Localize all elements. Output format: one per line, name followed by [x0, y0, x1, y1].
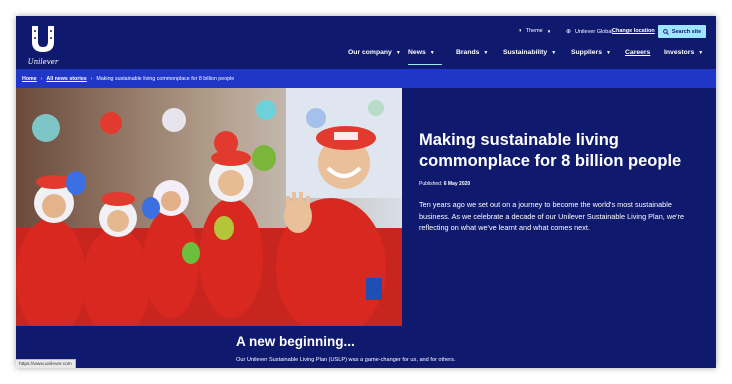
unilever-logo[interactable]: Unilever	[26, 22, 60, 66]
location-label: Unilever Global	[575, 28, 613, 35]
breadcrumb-home[interactable]: Home	[22, 76, 37, 82]
nav-investors[interactable]: Investors ▼	[664, 49, 703, 65]
breadcrumb: Home › All news stories › Making sustain…	[16, 69, 716, 88]
intro-paragraph: Ten years ago we set out on a journey to…	[419, 200, 685, 232]
hero-text: Making sustainable living commonplace fo…	[419, 130, 709, 234]
nav-label: Sustainability	[503, 49, 548, 56]
published-date: Published: 6 May 2020	[419, 181, 709, 187]
status-bar-url: https://www.unilever.com	[16, 359, 76, 368]
children-photo-illustration	[16, 88, 402, 326]
search-button-label: Search site	[671, 28, 702, 35]
theme-toggle[interactable]: ◑ Theme ▼	[518, 28, 551, 34]
logo-wordmark: Unilever	[27, 58, 59, 66]
browser-viewport: Unilever ◑ Theme ▼ ⊕ Unilever Global Cha…	[16, 16, 716, 368]
nav-label: News	[408, 49, 426, 56]
chevron-down-icon: ▼	[605, 50, 611, 56]
nav-label: Our company	[348, 49, 392, 56]
globe-icon: ⊕	[566, 29, 572, 35]
change-location-link[interactable]: Change location	[612, 28, 655, 34]
search-icon	[662, 28, 669, 35]
chevron-down-icon: ▼	[546, 28, 552, 34]
nav-label: Brands	[456, 49, 480, 56]
nav-label: Careers	[625, 49, 651, 56]
nav-sustainability[interactable]: Sustainability ▼	[503, 49, 556, 65]
published-date-value: 6 May 2020	[443, 181, 471, 187]
nav-label: Investors	[664, 49, 695, 56]
chevron-down-icon: ▼	[429, 50, 435, 56]
unilever-logo-icon	[32, 26, 54, 52]
chevron-right-icon: ›	[90, 75, 93, 82]
nav-our-company[interactable]: Our company ▼	[348, 49, 401, 65]
chevron-down-icon: ▼	[395, 50, 401, 56]
half-circle-icon: ◑	[518, 28, 522, 34]
chevron-down-icon: ▼	[483, 50, 489, 56]
section-heading: A new beginning...	[236, 334, 355, 349]
hero-section: Making sustainable living commonplace fo…	[16, 88, 716, 326]
chevron-down-icon: ▼	[698, 50, 704, 56]
page-title: Making sustainable living commonplace fo…	[419, 131, 682, 170]
nav-news[interactable]: News ▼	[408, 49, 442, 65]
chevron-right-icon: ›	[40, 75, 43, 82]
search-button[interactable]: Search site	[658, 25, 706, 38]
current-location: ⊕ Unilever Global	[566, 28, 613, 36]
nav-careers[interactable]: Careers	[625, 49, 650, 65]
section-paragraph: Our Unilever Sustainable Living Plan (US…	[236, 357, 456, 363]
article-section: A new beginning... Our Unilever Sustaina…	[16, 326, 716, 368]
breadcrumb-current: Making sustainable living commonplace fo…	[96, 75, 235, 82]
breadcrumb-all-news[interactable]: All news stories	[46, 76, 86, 82]
hero-photo	[16, 88, 402, 326]
nav-label: Suppliers	[571, 49, 602, 56]
chevron-down-icon: ▼	[551, 50, 557, 56]
site-header: Unilever ◑ Theme ▼ ⊕ Unilever Global Cha…	[16, 16, 716, 68]
published-label: Published:	[419, 181, 443, 187]
nav-brands[interactable]: Brands ▼	[456, 49, 488, 65]
theme-label: Theme	[525, 28, 543, 34]
nav-suppliers[interactable]: Suppliers ▼	[571, 49, 611, 65]
